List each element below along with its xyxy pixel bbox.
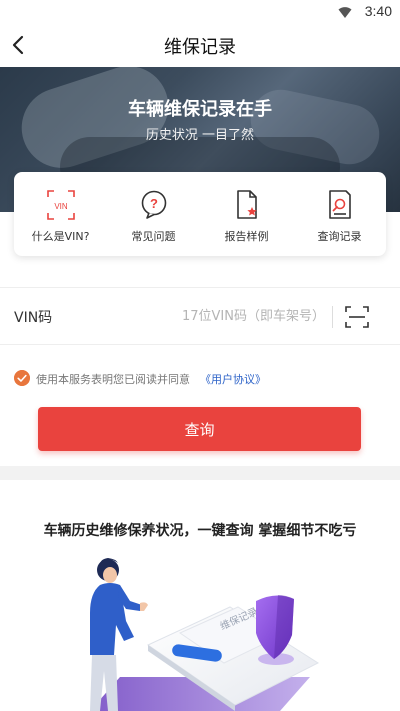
promo-title: 车辆历史维修保养状况，一键查询 掌握细节不吃亏 [43,523,357,539]
scan-icon[interactable] [344,305,370,329]
search-record-icon [328,190,351,219]
page-title: 维保记录 [164,37,236,58]
promo-illustration: 维保记录 [90,558,320,711]
status-bar: 3:40 [0,0,400,24]
vin-input[interactable] [110,305,325,327]
maintenance-record-page: 3:40 维保记录 车辆维保记录在手 历史状况 一目了然 VIN 什么是VIN? [0,0,400,711]
report-document-icon [236,190,257,219]
shortcut-label: 报告样例 [224,230,269,243]
shortcut-query-history[interactable]: 查询记录 [293,172,386,256]
shortcut-faq[interactable]: ? 常见问题 [107,172,200,256]
shortcut-label: 什么是VIN? [31,230,90,243]
wifi-icon [338,7,352,18]
vin-divider [332,306,333,328]
svg-text:VIN: VIN [54,202,68,211]
svg-text:?: ? [150,196,158,211]
shortcut-label: 查询记录 [317,230,362,243]
vin-scan-icon: VIN [46,190,75,220]
shortcut-what-is-vin[interactable]: VIN 什么是VIN? [14,172,107,256]
question-bubble-icon: ? [141,190,166,219]
status-time: 3:40 [364,3,392,19]
banner-subtitle: 历史状况 一目了然 [145,128,255,143]
user-agreement-link[interactable]: 《用户协议》 [200,371,266,387]
query-button[interactable]: 查询 [38,407,361,451]
vin-input-row: VIN码 [0,287,400,345]
agreement-text: 使用本服务表明您已阅读并同意 [36,373,190,386]
app-header: 维保记录 [0,24,400,66]
section-divider [0,466,400,480]
shortcut-sample-report[interactable]: 报告样例 [200,172,293,256]
shortcut-label: 常见问题 [131,230,176,243]
shortcut-card: VIN 什么是VIN? ? 常见问题 报告样例 查询记录 [14,172,386,256]
agreement-checkbox[interactable] [14,370,30,386]
banner-title: 车辆维保记录在手 [128,99,272,120]
vin-label: VIN码 [14,310,53,326]
